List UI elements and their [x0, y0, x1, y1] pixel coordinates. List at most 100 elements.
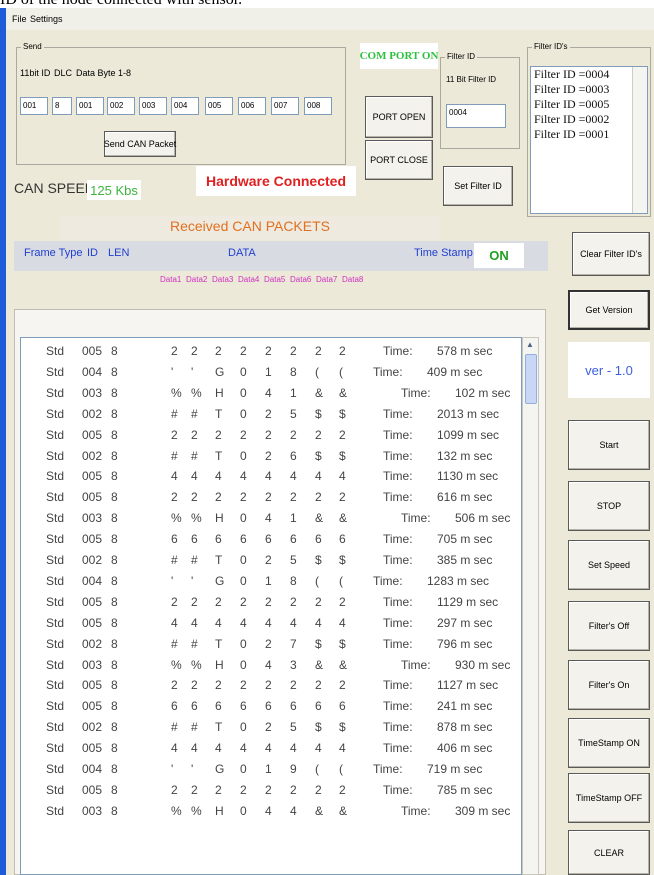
filter-id-item[interactable]: Filter ID =0002 — [534, 112, 647, 127]
port-close-button[interactable]: PORT CLOSE — [365, 140, 433, 180]
id-cell: 002 — [82, 636, 103, 651]
com-port-status: COM PORT ON — [360, 43, 438, 69]
table-row[interactable]: Std 002 8 # # T 0 2 5 $ $ Time: 878 m sec — [21, 718, 521, 736]
frame-type-cell: Std — [46, 803, 65, 818]
scroll-thumb[interactable] — [525, 354, 537, 404]
table-row[interactable]: Std 005 8 2 2 2 2 2 2 2 2 Time: 1099 m sec — [21, 426, 521, 444]
table-row[interactable]: Std 005 8 2 2 2 2 2 2 2 2 Time: 785 m sec — [21, 781, 521, 799]
clear-filter-ids-button[interactable]: Clear Filter ID's — [572, 232, 650, 276]
table-row[interactable]: Std 005 8 2 2 2 2 2 2 2 2 Time: 1127 m sec — [21, 676, 521, 694]
data-byte-6-field[interactable]: 006 — [238, 97, 266, 115]
data-byte-1-field[interactable]: 001 — [76, 97, 104, 115]
table-row[interactable]: Std 004 8 ' ' G 0 1 8 ((Time: 1283 m sec — [21, 572, 521, 590]
table-row[interactable]: Std 005 8 6 6 6 6 6 6 6 6 Time: 241 m sec — [21, 697, 521, 715]
data-byte-cell: 2 — [215, 594, 222, 609]
set-filter-id-button[interactable]: Set Filter ID — [443, 166, 513, 206]
data-byte-cell: T — [215, 448, 223, 463]
packet-list-scrollbar[interactable]: ▲ — [522, 337, 539, 875]
menu-settings[interactable]: Settings — [30, 14, 63, 24]
data4-label: Data4 — [238, 275, 260, 284]
data6-label: Data6 — [290, 275, 312, 284]
filter-ids-list[interactable]: Filter ID =0004 Filter ID =0003 Filter I… — [530, 66, 648, 214]
timestamp-on-button[interactable]: TimeStamp ON — [568, 718, 650, 768]
clear-button[interactable]: CLEAR — [568, 830, 650, 875]
table-row[interactable]: Std 004 8 ' ' G 0 1 9 ((Time: 719 m sec — [21, 760, 521, 778]
data-byte-cell: 4 — [315, 615, 322, 630]
filters-off-button[interactable]: Filter's Off — [568, 601, 650, 651]
data-byte-cell: 2 — [240, 344, 247, 358]
table-row[interactable]: Std 005 8 6 6 6 6 6 6 6 6 Time: 705 m sec — [21, 530, 521, 548]
table-row[interactable]: Std 004 8 ' ' G 0 1 8 ((Time: 409 m sec — [21, 363, 521, 381]
time-label: Time: — [383, 615, 413, 630]
time-label: Time: — [401, 657, 431, 672]
data-byte-cell: 2 — [215, 490, 222, 505]
filter-id-item[interactable]: Filter ID =0004 — [534, 67, 647, 82]
data-byte-cell: 4 — [265, 615, 272, 630]
dlc-field[interactable]: 8 — [52, 97, 72, 115]
len-cell: 8 — [111, 448, 118, 463]
timestamp-off-button[interactable]: TimeStamp OFF — [568, 773, 650, 823]
start-button[interactable]: Start — [568, 420, 650, 470]
table-row[interactable]: Std 005 8 2 2 2 2 2 2 2 2 Time: 616 m sec — [21, 488, 521, 506]
data-byte-cell: 6 — [215, 699, 222, 714]
data-byte-2-field[interactable]: 002 — [107, 97, 135, 115]
data-byte-cell: 2 — [315, 344, 322, 358]
data-byte-5-field[interactable]: 005 — [205, 97, 233, 115]
filter-id-item[interactable]: Filter ID =0001 — [534, 127, 647, 142]
timestamp-cell: 785 m sec — [437, 782, 493, 797]
frame-type-cell: Std — [46, 762, 65, 776]
scroll-up-icon[interactable]: ▲ — [526, 340, 534, 349]
table-row[interactable]: Std 005 8 4 4 4 4 4 4 4 4 Time: 297 m sec — [21, 614, 521, 632]
data-byte-cell: # — [171, 553, 178, 567]
time-label: Time: — [383, 678, 413, 693]
table-row[interactable]: Std 005 8 2 2 2 2 2 2 2 2 Time: 578 m sec — [21, 342, 521, 360]
filters-on-button[interactable]: Filter's On — [568, 660, 650, 710]
data-byte-cell: 2 — [171, 678, 178, 693]
len-cell: 8 — [111, 406, 118, 421]
table-row[interactable]: Std 005 8 4 4 4 4 4 4 4 4 Time: 1130 m sec — [21, 467, 521, 485]
id-field[interactable]: 001 — [20, 97, 48, 115]
table-row[interactable]: Std 003 8%% H 0 4 3 & & Time: 930 m sec — [21, 656, 521, 674]
id-cell: 003 — [82, 511, 103, 526]
table-row[interactable]: Std 005 8 2 2 2 2 2 2 2 2 Time: 1129 m sec — [21, 593, 521, 611]
get-version-button[interactable]: Get Version — [568, 290, 650, 330]
data-byte-cell: % — [171, 385, 182, 400]
data-byte-4-field[interactable]: 004 — [171, 97, 199, 115]
data-byte-8-field[interactable]: 008 — [304, 97, 332, 115]
data-byte-7-field[interactable]: 007 — [271, 97, 299, 115]
menu-bar: File Settings — [6, 8, 654, 30]
id-cell: 005 — [82, 344, 103, 358]
data-byte-cell: 2 — [240, 490, 247, 505]
port-open-button[interactable]: PORT OPEN — [365, 96, 433, 138]
filter-ids-scrollbar[interactable] — [632, 67, 647, 213]
filter-id-item[interactable]: Filter ID =0005 — [534, 97, 647, 112]
table-row[interactable]: Std 003 8%% H 0 4 1 & & Time: 506 m sec — [21, 509, 521, 527]
table-row[interactable]: Std 002 8 # # T 0 2 5 $ $ Time: 385 m sec — [21, 551, 521, 569]
data-byte-cell: 0 — [240, 448, 247, 463]
filter-id-input[interactable]: 0004 — [446, 104, 506, 128]
table-row[interactable]: Std 003 8%% H 0 4 4 & & Time: 309 m sec — [21, 802, 521, 820]
table-row[interactable]: Std 005 8 4 4 4 4 4 4 4 4 Time: 406 m sec — [21, 739, 521, 757]
len-cell: 8 — [111, 469, 118, 484]
table-row[interactable]: Std 002 8 # # T 0 2 7 $ $ Time: 796 m sec — [21, 635, 521, 653]
menu-file[interactable]: File — [12, 14, 27, 24]
table-row[interactable]: Std 002 8 # # T 0 2 6 $ $ Time: 132 m sec — [21, 447, 521, 465]
table-row[interactable]: Std 003 8%% H 0 4 1 & & Time: 102 m sec — [21, 384, 521, 402]
id-cell: 005 — [82, 678, 103, 693]
id-cell: 005 — [82, 427, 103, 442]
frame-type-cell: Std — [46, 427, 65, 442]
packet-list[interactable]: Std 005 8 2 2 2 2 2 2 2 2 Time: 578 m sec Std 004 8 ' ' G 0… — [20, 337, 522, 875]
data-byte-cell: ( — [339, 364, 343, 379]
data7-label: Data7 — [316, 275, 338, 284]
data-byte-cell: # — [191, 406, 198, 421]
table-row[interactable]: Std 002 8 # # T 0 2 5 $ $ Time: 2013 m sec — [21, 405, 521, 423]
send-can-packet-button[interactable]: Send CAN Packet — [104, 131, 176, 157]
data-byte-cell: 2 — [265, 490, 272, 505]
frame-type-cell: Std — [46, 385, 65, 400]
data-byte-3-field[interactable]: 003 — [139, 97, 167, 115]
set-speed-button[interactable]: Set Speed — [568, 540, 650, 590]
data-byte-cell: 2 — [265, 782, 272, 797]
data-byte-cell: 0 — [240, 511, 247, 526]
filter-id-item[interactable]: Filter ID =0003 — [534, 82, 647, 97]
stop-button[interactable]: STOP — [568, 481, 650, 531]
